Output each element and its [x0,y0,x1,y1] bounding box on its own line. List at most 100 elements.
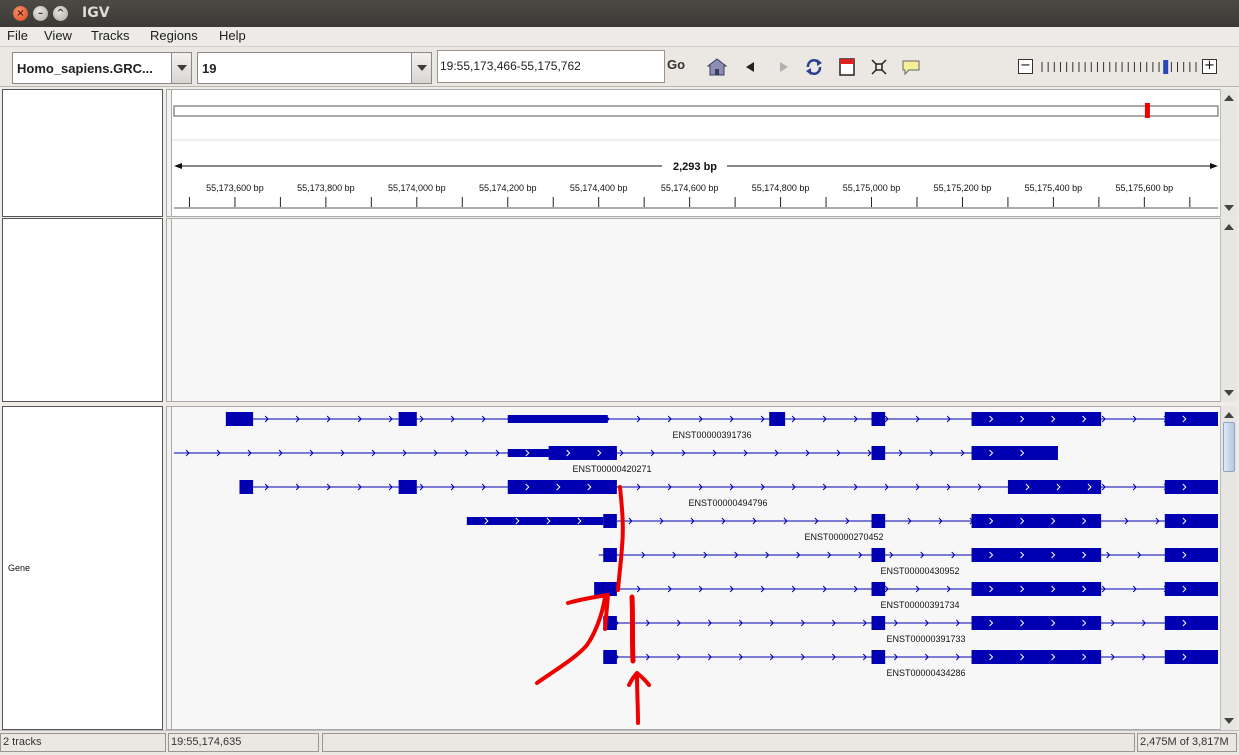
exon-block [603,650,617,664]
ruler-scrollbar[interactable] [1220,89,1237,217]
transcript-feature[interactable]: ENST00000430952 [598,548,1218,576]
maximize-window-button[interactable]: ^ [53,6,68,21]
scroll-thumb[interactable] [1223,422,1235,472]
scroll-down-icon[interactable] [1224,205,1234,211]
ruler-tick-label: 55,175,600 bp [1116,183,1174,193]
exon-block [871,548,886,562]
home-icon[interactable] [707,57,727,77]
region-of-interest-icon[interactable] [837,57,857,77]
locus-input[interactable] [438,51,658,81]
gene-track-name[interactable]: Gene [8,563,30,573]
menu-view[interactable]: View [44,28,72,43]
transcript-feature[interactable]: ENST00000420271 [174,446,1058,474]
scroll-up-icon[interactable] [1224,412,1234,418]
chevron-down-icon[interactable] [411,53,431,83]
minimize-window-button[interactable]: – [33,6,48,21]
transcript-feature[interactable]: ENST00000391736 [225,412,1218,440]
exon-block [1007,480,1102,494]
menu-regions[interactable]: Regions [150,28,198,43]
feature-name-panel: Gene [2,406,163,730]
exon-block [1164,616,1218,630]
ruler-ticks: 55,173,600 bp 55,173,800 bp 55,174,000 bp 5… [188,183,1191,207]
transcript-feature[interactable]: ENST00000391734 [594,582,1218,610]
exon-block [398,480,417,494]
zoom-out-button[interactable]: − [1018,59,1033,74]
chromosome-value: 19 [202,61,217,76]
toolbar: Homo_sapiens.GRC... 19 Go [0,47,1239,87]
exon-block [971,582,1102,596]
transcript-feature[interactable]: ENST00000391733 [603,616,1218,644]
header-name-panel [2,89,163,217]
exon-block [1164,582,1218,596]
exon-block [871,412,886,426]
popup-text-icon[interactable] [901,57,921,77]
exon-block [548,446,617,460]
close-window-button[interactable]: × [13,6,28,21]
scroll-down-icon[interactable] [1224,390,1234,396]
scroll-up-icon[interactable] [1224,95,1234,101]
exon-block [871,446,886,460]
current-region-indicator [1144,103,1150,118]
annotation-arrow-1 [535,593,610,685]
ruler-tick-label: 55,174,400 bp [570,183,628,193]
locus-search-box[interactable] [437,50,665,83]
title-bar: × – ^ IGV [0,0,1239,27]
exon-block [1164,548,1218,562]
igv-window: × – ^ IGV File View Tracks Regions Help … [0,0,1239,755]
menu-help[interactable]: Help [219,28,246,43]
forward-icon[interactable] [773,57,793,77]
transcript-feature[interactable]: ENST00000434286 [603,650,1218,678]
zoom-slider[interactable] [1040,60,1198,74]
exon-block [971,616,1102,630]
exon-block [971,446,1058,460]
zoom-in-button[interactable]: + [1202,59,1217,74]
status-position: 19:55,174,635 [168,733,319,752]
ruler-tick-label: 55,174,000 bp [388,183,446,193]
exon-block [239,480,254,494]
zoom-level-thumb[interactable] [1163,60,1169,74]
refresh-icon[interactable] [804,57,824,77]
transcript-label: ENST00000270452 [804,532,883,542]
transcript-feature[interactable]: ENST00000270452 [466,514,1218,542]
back-icon[interactable] [741,57,761,77]
span-label: 2,293 bp [673,161,717,173]
exon-block [871,650,886,664]
exon-block [507,480,617,494]
chevron-down-icon[interactable] [171,53,191,83]
scroll-down-icon[interactable] [1224,718,1234,724]
go-button[interactable]: Go [667,57,685,72]
data-panel-scrollbar[interactable] [1220,218,1237,402]
data-name-panel [2,218,163,402]
ruler-tick-label: 55,175,000 bp [843,183,901,193]
exon-block [871,582,886,596]
exon-block [603,514,617,528]
chromosome-ideogram[interactable] [173,105,1219,117]
transcript-label: ENST00000391734 [880,600,959,610]
transcript-label: ENST00000434286 [886,668,965,678]
exon-block [971,412,1102,426]
exon-block [871,514,886,528]
resize-to-window-icon[interactable] [869,57,889,77]
status-bar: 2 tracks 19:55,174,635 2,475M of 3,817M [0,730,1239,755]
genome-dropdown[interactable]: Homo_sapiens.GRC... [12,52,192,84]
ruler-panel[interactable]: 2,293 bp 55,173,600 bp 55,173,800 bp 55,17… [172,89,1220,217]
exon-block [1164,514,1218,528]
window-title: IGV [82,5,110,21]
menu-tracks[interactable]: Tracks [91,28,130,43]
gene-panel-scrollbar[interactable] [1220,406,1237,730]
menu-file[interactable]: File [7,28,28,43]
ruler-tick-label: 55,174,600 bp [661,183,719,193]
chromosome-dropdown[interactable]: 19 [197,52,432,84]
gene-track-svg: ENST00000391736 ENST00000420271 ENST000004… [174,412,1218,725]
transcript-feature[interactable]: ENST00000494796 [239,480,1218,508]
exon-block [769,412,786,426]
ruler-tick-label: 55,173,600 bp [206,183,264,193]
gene-track-panel[interactable]: ENST00000391736 ENST00000420271 ENST000004… [172,406,1220,730]
exon-block [1164,412,1218,426]
transcript-label: ENST00000420271 [572,464,651,474]
ruler-tick-label: 55,173,800 bp [297,183,355,193]
exon-block [603,548,617,562]
data-track-panel[interactable] [172,218,1220,402]
exon-block [971,650,1102,664]
scroll-up-icon[interactable] [1224,224,1234,230]
